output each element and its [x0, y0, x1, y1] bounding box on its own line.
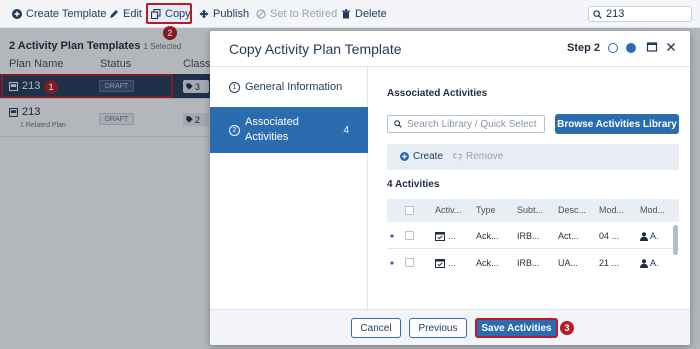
grid-header-modified-date[interactable]: Mod... — [599, 205, 624, 215]
activity-cell: ... — [448, 258, 456, 268]
table-row[interactable]: ... Ack... IRB... Act... 04 ... A. — [387, 223, 679, 249]
grid-header-activity[interactable]: Activ... — [435, 205, 461, 215]
calendar-check-icon — [435, 232, 445, 241]
close-icon[interactable] — [665, 41, 677, 53]
template-search-input[interactable]: 213 — [588, 6, 692, 22]
grid-header-subtype[interactable]: Subt... — [517, 205, 543, 215]
table-row[interactable]: ... Ack... IRB... UA... 21 ... A. — [387, 250, 679, 273]
type-cell: Ack... — [476, 231, 499, 241]
step-nav-general-information[interactable]: 1 General Information — [210, 74, 368, 100]
grid-header-description[interactable]: Desc... — [558, 205, 586, 215]
publish-button[interactable]: Publish — [199, 7, 249, 21]
pencil-icon — [110, 10, 118, 18]
callout-badge-3: 3 — [560, 321, 574, 335]
step-2-dot[interactable] — [626, 43, 636, 53]
modified-date-cell: 21 ... — [599, 258, 620, 268]
plus-circle-icon — [400, 152, 409, 161]
search-icon — [593, 9, 602, 19]
remove-activity-button[interactable]: Remove — [453, 151, 503, 162]
maximize-icon[interactable] — [646, 41, 658, 53]
create-activity-label: Create — [413, 151, 444, 162]
modified-date-cell: 04 ... — [599, 231, 620, 241]
step-activity-count: 4 — [343, 124, 349, 136]
dialog-step-nav: 1 General Information 2 Associated Activ… — [210, 67, 368, 309]
browse-activities-library-button[interactable]: Browse Activities Library — [555, 114, 679, 134]
set-to-retired-label: Set to Retired — [270, 8, 338, 20]
step-number: 2 — [229, 124, 240, 136]
step-label: General Information — [245, 81, 343, 93]
grid-header-modified-by[interactable]: Mod... — [640, 205, 665, 215]
template-search-value: 213 — [606, 8, 625, 20]
step-1-dot[interactable] — [608, 43, 618, 53]
subtype-cell: IRB... — [517, 231, 540, 241]
trash-icon — [342, 9, 350, 19]
activity-cell: ... — [448, 231, 456, 241]
type-cell: Ack... — [476, 258, 499, 268]
grid-header-row: Activ... Type Subt... Desc... Mod... Mod… — [387, 199, 679, 222]
modified-by-cell: A. — [650, 231, 659, 241]
cancel-button[interactable]: Cancel — [351, 318, 401, 338]
activities-grid: Activ... Type Subt... Desc... Mod... Mod… — [387, 199, 679, 273]
copy-template-dialog: Copy Activity Plan Template Step 2 1 Gen… — [210, 31, 690, 345]
delete-button[interactable]: Delete — [341, 7, 387, 21]
copy-button[interactable]: Copy — [151, 7, 191, 21]
edit-label: Edit — [123, 8, 142, 20]
ban-icon — [256, 9, 266, 19]
grid-scrollbar[interactable] — [673, 225, 678, 255]
delete-label: Delete — [355, 8, 387, 20]
subtype-cell: IRB... — [517, 258, 540, 268]
calendar-check-icon — [435, 259, 445, 268]
modified-by-cell: A. — [650, 258, 659, 268]
library-search-placeholder: Search Library / Quick Select — [407, 118, 537, 130]
select-all-checkbox[interactable] — [405, 206, 414, 215]
copy-label: Copy — [165, 8, 191, 20]
description-cell: UA... — [558, 258, 579, 268]
copy-icon — [151, 9, 161, 19]
search-icon — [394, 120, 402, 128]
row-checkbox[interactable] — [405, 231, 414, 240]
set-to-retired-button[interactable]: Set to Retired — [256, 7, 337, 21]
activities-action-bar: Create Remove — [387, 144, 679, 170]
step-nav-associated-activities[interactable]: 2 Associated Activities 4 — [210, 107, 368, 153]
plus-circle-icon — [12, 9, 22, 19]
publish-icon — [199, 9, 209, 19]
drag-handle-icon[interactable] — [390, 234, 394, 238]
edit-button[interactable]: Edit — [109, 7, 142, 21]
step-label-line-1: Associated — [245, 116, 299, 128]
activities-count-title: 4 Activities — [387, 179, 440, 190]
step-label: Associated Activities — [245, 115, 299, 145]
previous-button[interactable]: Previous — [409, 318, 467, 338]
unlink-icon — [453, 152, 462, 161]
user-icon — [640, 232, 648, 241]
dialog-title: Copy Activity Plan Template — [229, 41, 402, 57]
step-number: 1 — [229, 81, 240, 93]
create-template-label: Create Template — [26, 8, 107, 20]
create-template-button[interactable]: Create Template — [12, 7, 107, 21]
remove-activity-label: Remove — [466, 151, 504, 162]
step-label-line-2: Activities — [245, 131, 289, 143]
row-checkbox[interactable] — [405, 258, 414, 267]
user-icon — [640, 259, 648, 268]
step-indicator-label: Step 2 — [567, 42, 601, 54]
publish-label: Publish — [213, 8, 250, 20]
create-activity-button[interactable]: Create — [400, 151, 443, 162]
grid-header-type[interactable]: Type — [476, 205, 496, 215]
section-title: Associated Activities — [387, 88, 488, 99]
main-toolbar: Create Template Edit Copy Publish Set to… — [0, 0, 700, 40]
dialog-footer: Cancel Previous Save Activities 3 — [210, 309, 690, 345]
description-cell: Act... — [558, 231, 579, 241]
save-activities-button[interactable]: Save Activities — [475, 318, 558, 338]
drag-handle-icon[interactable] — [390, 261, 394, 265]
library-search-input[interactable]: Search Library / Quick Select — [387, 115, 545, 133]
